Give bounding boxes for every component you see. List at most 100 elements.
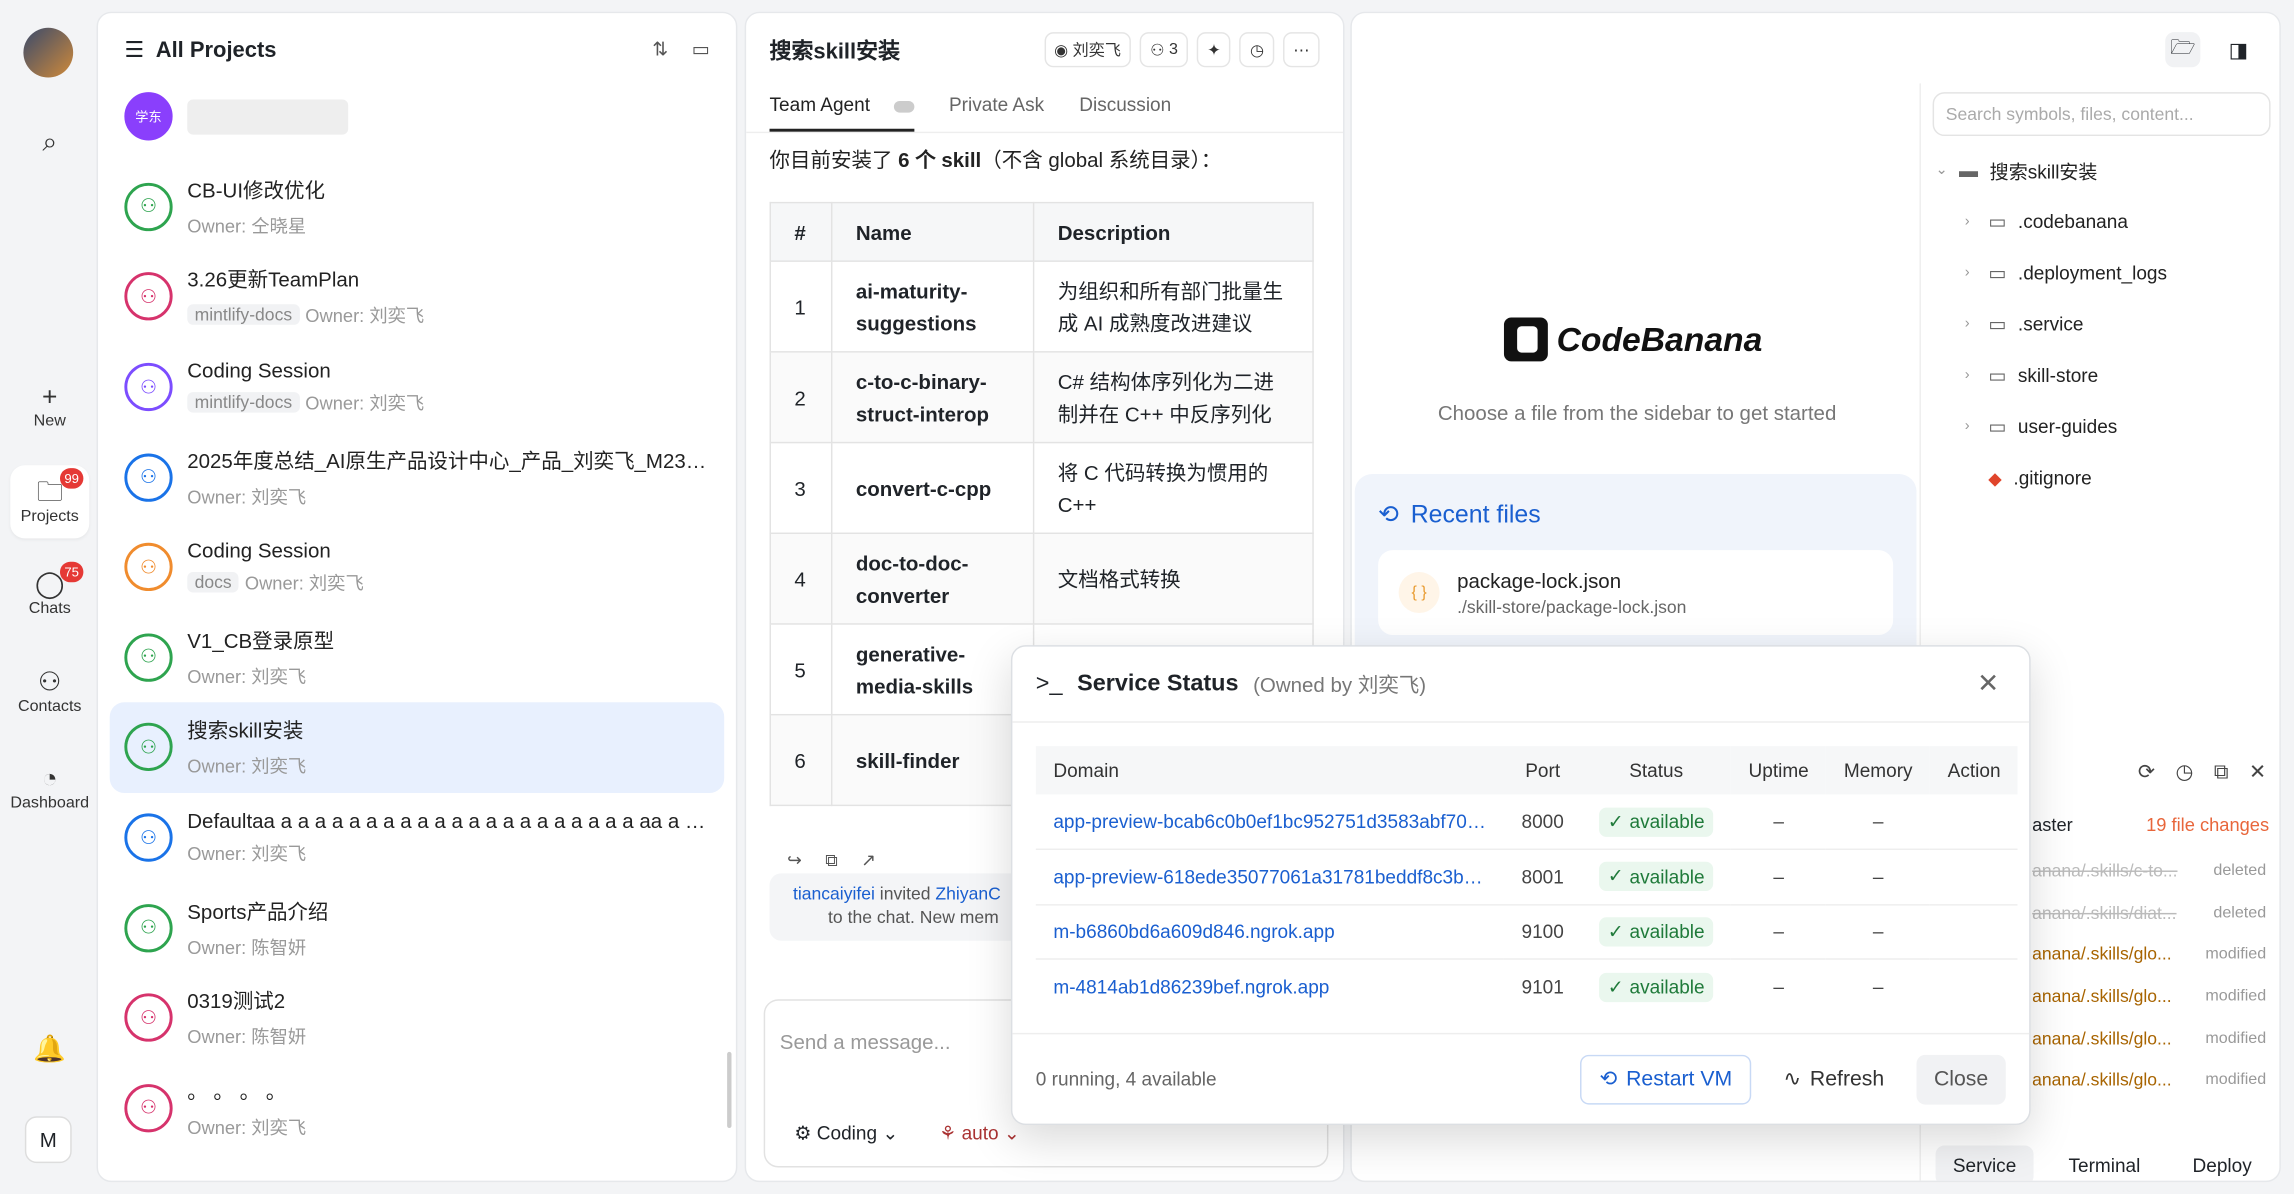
project-avatar: 学东 (124, 92, 173, 141)
new-button[interactable]: + New (10, 380, 89, 430)
tree-folder[interactable]: › ▭ .codebanana (1936, 196, 2280, 247)
project-name: 搜索skill安装 (187, 718, 304, 743)
project-item[interactable]: ⚇ 2025年度总结_AI原生产品设计中心_产品_刘奕飞_M2313_... Own… (110, 432, 724, 522)
user-menu-button[interactable]: M (24, 1116, 72, 1164)
dialog-owner: (Owned by 刘奕飞) (1253, 672, 1427, 696)
projects-nav[interactable]: 🗀 Projects 99 (10, 465, 90, 539)
service-domain-link[interactable]: app-preview-bcab6c0b0ef1bc952751d3583abf… (1035, 794, 1504, 850)
check-circle-icon: ✓ (1607, 864, 1624, 887)
dashboard-nav[interactable]: ◔ Dashboard (10, 762, 89, 812)
table-row: m-4814ab1d86239bef.ngrok.app 9101 ✓ availab… (1036, 959, 2018, 1014)
projects-panel: ☰ All Projects ⇅ ▭ 学东 ⚇ CB-UI修改优化 Owner: 仝晓… (96, 11, 738, 1183)
refresh-button[interactable]: ∿ Refresh (1766, 1054, 1902, 1104)
search-button[interactable]: ⌕ (10, 126, 89, 158)
row-num: 2 (769, 351, 833, 444)
project-text: CB-UI修改优化 Owner: 仝晓星 (187, 175, 709, 238)
tree-root[interactable]: ⌄ ▬ 搜索skill安装 (1936, 145, 2280, 196)
refresh-icon[interactable]: ⟳ (2138, 759, 2155, 803)
scrollbar[interactable] (727, 1051, 732, 1128)
mode-select[interactable]: ⚙ Coding ⌄ (794, 1122, 898, 1145)
sys-user[interactable]: tiancaiyifei (793, 884, 875, 904)
chevron-right-icon: › (1964, 316, 1970, 333)
restart-vm-button[interactable]: ⟲ Restart VM (1580, 1054, 1752, 1104)
change-status: modified (2205, 1071, 2267, 1089)
project-item[interactable]: 学东 (110, 72, 724, 162)
copy-icon[interactable]: ⧉ (825, 850, 838, 872)
project-item[interactable]: ⚇ Defaultaa a a a a a a a a a a a a a a a… (110, 793, 724, 883)
share-icon[interactable]: ↗ (861, 850, 876, 872)
service-domain-link[interactable]: m-b6860bd6a609d846.ngrok.app (1035, 904, 1504, 960)
status-badge: ✓ available (1598, 862, 1714, 892)
service-domain-link[interactable]: app-preview-618ede35077061a31781beddf8c3… (1035, 849, 1504, 905)
project-owner: Owner: 刘奕飞 (187, 486, 307, 508)
bell-icon: 🔔 (33, 1034, 67, 1064)
folder-open-icon[interactable]: 🗁 (2165, 32, 2201, 68)
more-button[interactable]: ⋯ (1283, 32, 1320, 68)
chevron-right-icon: › (1964, 367, 1970, 384)
project-name: 。 。 。 。 (187, 1079, 287, 1103)
tree-file-gitignore[interactable]: ◆ .gitignore (1936, 452, 2280, 503)
history-button[interactable]: ◷ (1239, 32, 1275, 68)
project-name: Coding Session (187, 358, 331, 382)
project-item[interactable]: ⚇ CB-UI修改优化 Owner: 仝晓星 (110, 162, 724, 252)
folder-icon: ▭ (1988, 209, 2007, 232)
tab-deploy[interactable]: Deploy (2175, 1145, 2269, 1181)
project-meta: mintlify-docs Owner: 刘奕飞 (187, 388, 709, 416)
project-item[interactable]: ⚇ 。 。 。 。 Owner: 刘奕飞 (110, 1063, 724, 1153)
chat-title: 搜索skill安装 (769, 38, 901, 64)
project-item[interactable]: ⚇ Coding Session docs Owner: 刘奕飞 (110, 522, 724, 612)
project-item[interactable]: ⚇ 搜索skill安装 Owner: 刘奕飞 (109, 702, 725, 793)
sort-icon[interactable]: ⇅ (652, 38, 668, 61)
user-avatar[interactable] (23, 27, 74, 78)
row-desc: 将 C 代码转换为惯用的 C++ (1032, 441, 1314, 534)
project-meta: Owner: 刘奕飞 (187, 1112, 709, 1140)
changes-count: 19 file changes (2146, 814, 2270, 836)
contacts-nav[interactable]: ⚇ Contacts (10, 666, 89, 715)
repo-tag: docs (187, 571, 239, 593)
project-item[interactable]: ⚇ Sports产品介绍 Owner: 陈智妍 (110, 883, 724, 973)
tree-folder[interactable]: › ▭ user-guides (1936, 401, 2280, 452)
close-button[interactable]: Close (1916, 1054, 2006, 1104)
tree-folder[interactable]: › ▭ skill-store (1936, 350, 2280, 401)
message-input[interactable]: Send a message... (780, 1030, 951, 1053)
external-icon[interactable]: ⧉ (2214, 759, 2229, 803)
project-item[interactable]: ⚇ Coding Session mintlify-docs Owner: 刘奕飞 (110, 342, 724, 432)
service-domain-link[interactable]: m-4814ab1d86239bef.ngrok.app (1036, 959, 1504, 1014)
close-icon[interactable]: ✕ (1971, 669, 2006, 700)
panel-toggle-icon[interactable]: ◨ (2221, 32, 2256, 67)
tab-discussion[interactable]: Discussion (1079, 86, 1171, 131)
reply-icon[interactable]: ↪ (787, 850, 802, 872)
tab-service[interactable]: Service (1935, 1144, 2034, 1181)
project-text: Sports产品介绍 Owner: 陈智妍 (187, 896, 709, 959)
gauge-icon: ◔ (41, 763, 58, 793)
sparkle-button[interactable]: ✦ (1196, 32, 1231, 68)
model-select[interactable]: ⚘ auto ⌄ (939, 1122, 1020, 1145)
row-name: doc-to-doc-converter (830, 532, 1035, 625)
tab-terminal[interactable]: Terminal (2051, 1145, 2158, 1181)
project-meta: Owner: 刘奕飞 (187, 481, 709, 509)
recent-file-item[interactable]: { } package-lock.json ./skill-store/pack… (1378, 550, 1894, 635)
clock-icon[interactable]: ◷ (2176, 759, 2194, 803)
sys-target[interactable]: ZhiyanC (935, 884, 1000, 904)
sidebar-toggle-icon[interactable]: ▭ (692, 38, 710, 61)
project-text: 。 。 。 。 Owner: 刘奕飞 (187, 1077, 709, 1140)
tree-folder[interactable]: › ▭ .deployment_logs (1936, 247, 2280, 298)
file-search-input[interactable]: Search symbols, files, content... (1932, 92, 2271, 137)
tree-folder[interactable]: › ▭ .service (1936, 298, 2280, 349)
service-memory: – (1872, 975, 1884, 998)
chats-nav[interactable]: ◯ Chats 75 (10, 561, 89, 617)
project-item[interactable]: ⚇ 3.26更新TeamPlan mintlify-docs Owner: 刘奕飞 (110, 252, 724, 342)
notifications-button[interactable]: 🔔 (10, 1033, 89, 1065)
tab-team-agent[interactable]: Team Agent (769, 86, 914, 132)
tab-private-ask[interactable]: Private Ask (949, 86, 1044, 131)
project-item[interactable]: ⚇ 0319测试2 Owner: 陈智妍 (110, 973, 724, 1063)
service-uptime: – (1730, 904, 1827, 960)
col-name: Name (830, 201, 1035, 262)
members-button[interactable]: ⚇ 3 (1139, 32, 1189, 68)
project-item[interactable]: ⚇ V1_CB登录原型 Owner: 刘奕飞 (110, 612, 724, 702)
service-port: 8000 (1503, 794, 1582, 850)
owner-button[interactable]: ◉ 刘奕飞 (1043, 32, 1132, 68)
dialog-header: >_ Service Status (Owned by 刘奕飞) ✕ (1012, 647, 2030, 723)
agent-toggle[interactable] (893, 100, 914, 113)
close-icon[interactable]: ✕ (2249, 759, 2266, 803)
